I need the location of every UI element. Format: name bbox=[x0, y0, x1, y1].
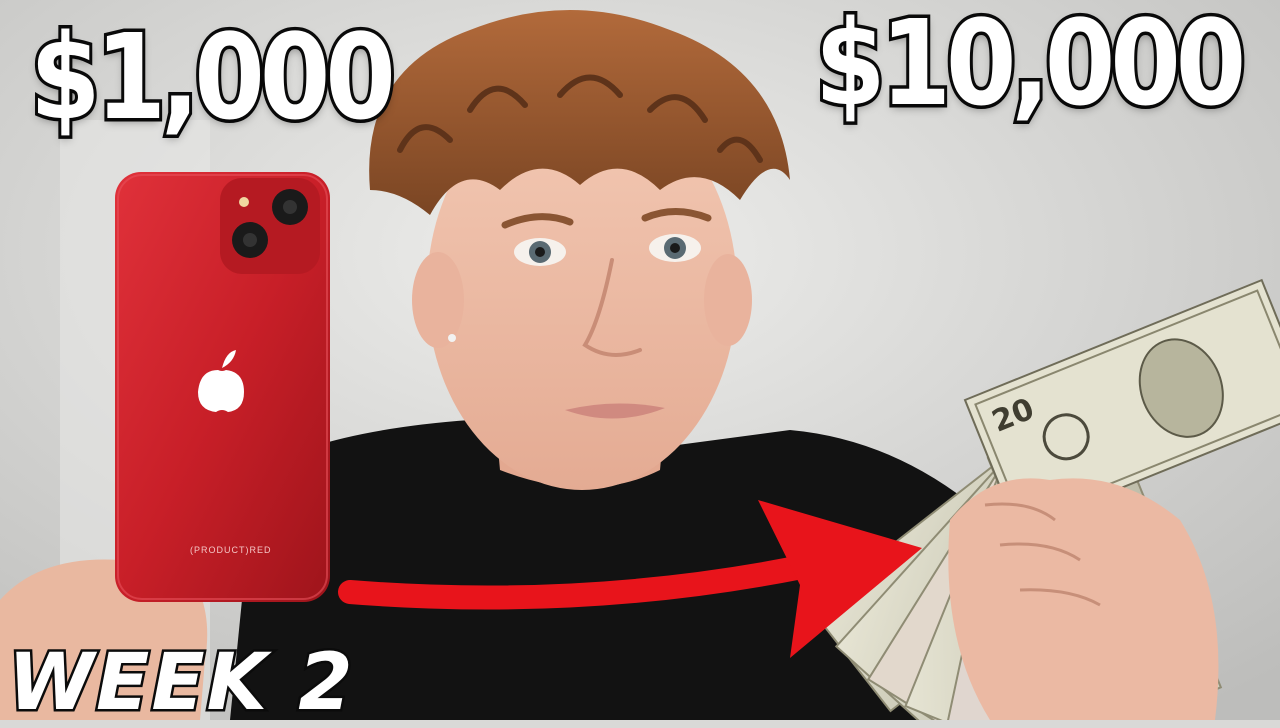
week-label: WEEK 2 bbox=[5, 636, 355, 728]
camera-flash bbox=[239, 197, 249, 207]
right-pupil bbox=[670, 243, 680, 253]
left-amount-label: $1,000 bbox=[27, 8, 399, 146]
camera-bump bbox=[220, 178, 320, 274]
right-amount-label: $10,000 bbox=[812, 0, 1249, 132]
earring bbox=[448, 334, 456, 342]
phone-brand-mark: (PRODUCT)RED bbox=[190, 545, 272, 555]
right-ear bbox=[704, 254, 752, 346]
left-ear bbox=[412, 252, 464, 348]
left-pupil bbox=[535, 247, 545, 257]
